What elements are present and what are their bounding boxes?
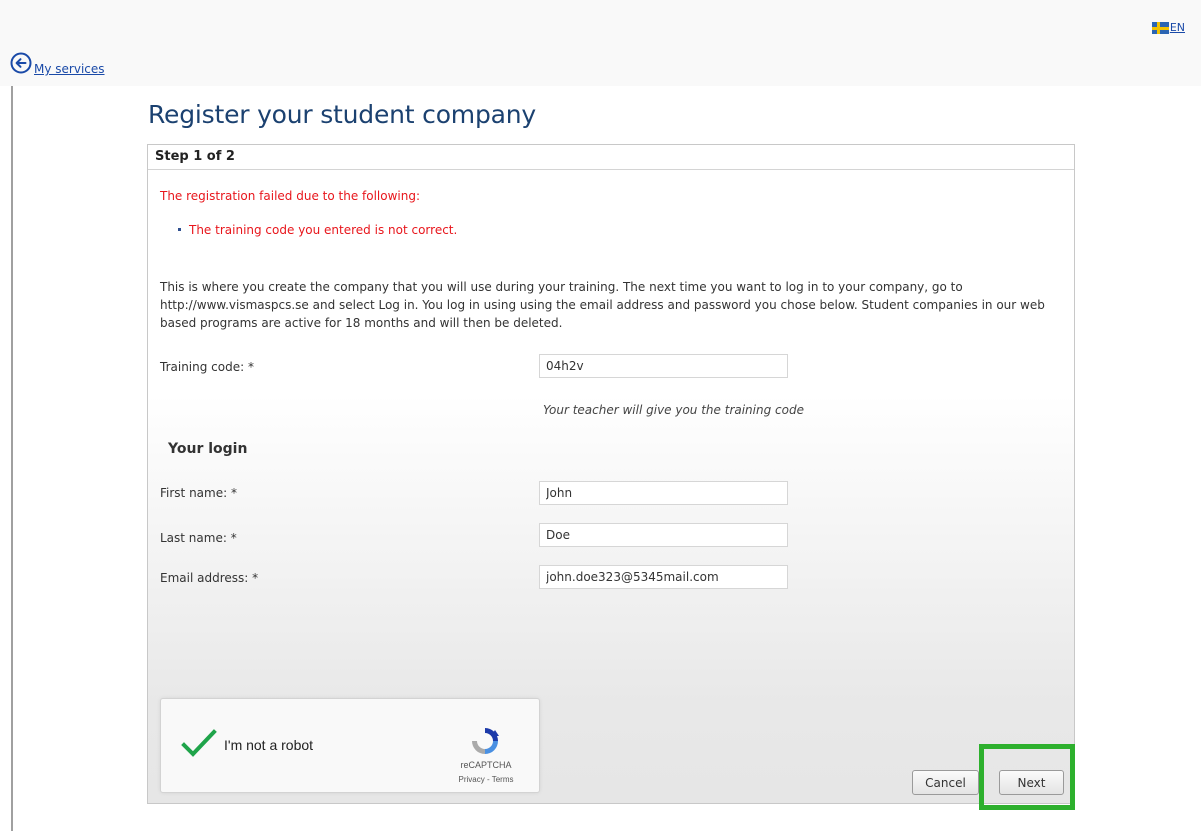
circle-arrow-left-icon[interactable] xyxy=(10,52,32,74)
sweden-flag-icon[interactable] xyxy=(1151,21,1169,34)
step-indicator: Step 1 of 2 xyxy=(148,145,1074,170)
last-name-label: Last name: * xyxy=(160,531,237,545)
email-label: Email address: * xyxy=(160,571,259,585)
error-title: The registration failed due to the follo… xyxy=(160,189,421,203)
first-name-input[interactable] xyxy=(539,481,788,505)
recaptcha-privacy-terms[interactable]: Privacy - Terms xyxy=(451,775,521,784)
your-login-heading: Your login xyxy=(168,441,248,457)
training-code-label: Training code: * xyxy=(160,360,254,374)
intro-text: This is where you create the company tha… xyxy=(160,280,1045,330)
training-code-hint: Your teacher will give you the training … xyxy=(543,403,804,417)
email-input[interactable] xyxy=(539,565,788,589)
checkmark-icon[interactable] xyxy=(181,726,217,762)
language-switcher[interactable]: EN xyxy=(1151,21,1185,34)
first-name-label: First name: * xyxy=(160,486,237,500)
top-bar: EN My services xyxy=(0,0,1201,86)
last-name-input[interactable] xyxy=(539,523,788,547)
captcha-label: I'm not a robot xyxy=(224,737,314,753)
page-title: Register your student company xyxy=(148,100,536,129)
registration-form-panel: Step 1 of 2 The registration failed due … xyxy=(147,144,1075,804)
recaptcha-brand: reCAPTCHA xyxy=(460,760,512,770)
back-navigation[interactable]: My services xyxy=(10,52,105,76)
training-code-input[interactable] xyxy=(539,354,788,378)
error-item-text: The training code you entered is not cor… xyxy=(189,223,458,237)
my-services-link[interactable]: My services xyxy=(34,62,105,76)
cancel-button[interactable]: Cancel xyxy=(912,770,979,795)
recaptcha-logo-icon xyxy=(472,728,499,754)
bullet-icon xyxy=(178,228,181,231)
next-button-highlight xyxy=(979,744,1075,810)
error-item: The training code you entered is not cor… xyxy=(178,223,457,237)
left-divider xyxy=(11,86,13,831)
recaptcha-widget[interactable]: I'm not a robot reCAPTCHA Privacy - Term… xyxy=(160,698,540,793)
language-link[interactable]: EN xyxy=(1170,21,1185,34)
